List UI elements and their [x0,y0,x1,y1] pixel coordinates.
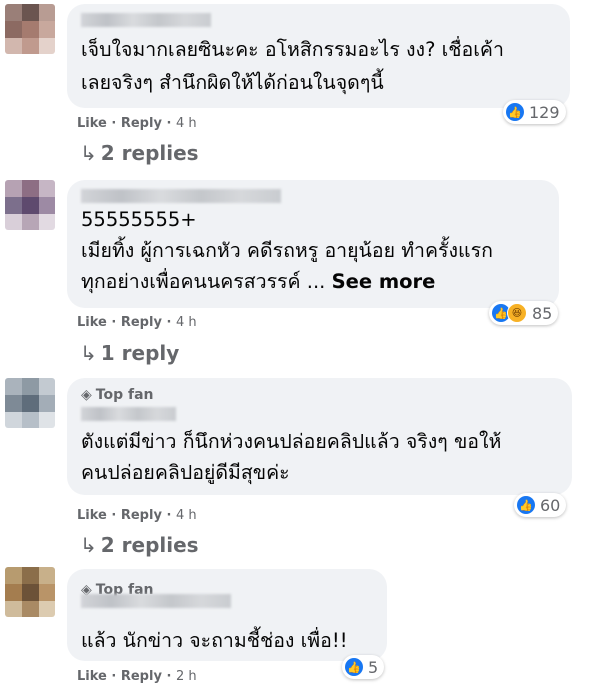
like-link[interactable]: Like [77,315,107,330]
view-replies[interactable]: ↳ 2 replies [80,533,199,557]
comment-actions: Like · Reply · 4 h [77,315,197,330]
comment-text-line: คนปล่อยคลิปอยู่ดีมีสุขค่ะ [81,461,290,484]
avatar[interactable] [5,4,55,54]
comment-text-fragment: ทุกอย่างเพื่อคนนครสวรรค์ ... [81,270,326,293]
comment-bubble: 55555555+ เมียทิ้ง ผู้การเฉกหัว คดีรถหรู… [67,180,559,308]
comment-actions: Like · Reply · 4 h [77,508,197,523]
comment-actions: Like · Reply · 2 h [77,669,197,684]
reaction-count: 60 [540,495,561,515]
replies-count: 1 reply [100,341,180,365]
avatar[interactable] [5,180,55,230]
comment-bubble: ◈ Top fan ตังแต่มีข่าว ก็นึกห่วงคนปล่อยค… [67,378,572,495]
see-more-link[interactable]: See more [332,270,436,293]
timestamp[interactable]: 4 h [176,315,197,330]
reaction-count: 85 [532,303,553,323]
reply-arrow-icon: ↳ [80,533,97,557]
avatar[interactable] [5,378,55,428]
like-link[interactable]: Like [77,669,107,684]
author-name-blurred[interactable] [81,13,211,27]
comment-text-line: เลยจริงๆ สำนึกผิดให้ได้ก่อนในจุดๆนี้ [81,71,384,94]
reaction-count: 5 [368,657,379,677]
top-fan-badge: ◈ Top fan [81,387,154,403]
reaction-summary[interactable]: 👍 129 [503,100,566,124]
comment-3: ◈ Top fan ตังแต่มีข่าว ก็นึกห่วงคนปล่อยค… [0,370,600,565]
like-link[interactable]: Like [77,116,107,131]
author-name-blurred[interactable] [81,189,281,203]
timestamp[interactable]: 4 h [176,116,197,131]
comment-bubble: ◈ Top fan แล้ว นักข่าว จะถามชี้ช่อง เพื่… [67,569,387,661]
like-link[interactable]: Like [77,508,107,523]
view-replies[interactable]: ↳ 2 replies [80,141,199,165]
reply-arrow-icon: ↳ [80,341,97,365]
comment-1: เจ็บใจมากเลยซินะคะ อโหสิกรรมอะไร งง? เชื… [0,0,600,170]
haha-icon: 😆 [507,303,527,323]
reply-link[interactable]: Reply [121,116,162,131]
comment-actions: Like · Reply · 4 h [77,116,197,131]
author-name-blurred[interactable] [81,594,231,608]
comment-text-line: แล้ว นักข่าว จะถามชี้ช่อง เพื่อ!! [81,629,348,652]
comment-2: 55555555+ เมียทิ้ง ผู้การเฉกหัว คดีรถหรู… [0,170,600,370]
comment-text-line: ทุกอย่างเพื่อคนนครสวรรค์ ... See more [81,266,435,298]
avatar[interactable] [5,567,55,617]
reply-arrow-icon: ↳ [80,141,97,165]
like-icon: 👍 [506,103,524,121]
diamond-icon: ◈ [81,387,92,403]
comment-text-line: เจ็บใจมากเลยซินะคะ อโหสิกรรมอะไร งง? เชื… [81,38,504,61]
reaction-summary[interactable]: 👍 60 [514,493,567,517]
comment-text-line: เมียทิ้ง ผู้การเฉกหัว คดีรถหรู อายุน้อย … [81,239,493,262]
reply-link[interactable]: Reply [121,669,162,684]
comment-text-line: ตังแต่มีข่าว ก็นึกห่วงคนปล่อยคลิปแล้ว จร… [81,430,502,453]
author-name-blurred[interactable] [81,407,176,421]
comment-text-line: 55555555+ [81,208,197,231]
reaction-summary[interactable]: 👍 5 [342,655,385,679]
reaction-summary[interactable]: 👍 😆 85 [489,301,559,325]
replies-count: 2 replies [100,141,199,165]
comment-4: ◈ Top fan แล้ว นักข่าว จะถามชี้ช่อง เพื่… [0,565,600,684]
comment-bubble: เจ็บใจมากเลยซินะคะ อโหสิกรรมอะไร งง? เชื… [67,4,570,108]
reply-link[interactable]: Reply [121,315,162,330]
timestamp[interactable]: 4 h [176,508,197,523]
replies-count: 2 replies [100,533,199,557]
timestamp[interactable]: 2 h [176,669,197,684]
top-fan-label: Top fan [95,387,154,403]
reaction-count: 129 [529,102,560,122]
like-icon: 👍 [517,496,535,514]
like-icon: 👍 [345,658,363,676]
reply-link[interactable]: Reply [121,508,162,523]
view-replies[interactable]: ↳ 1 reply [80,341,179,365]
